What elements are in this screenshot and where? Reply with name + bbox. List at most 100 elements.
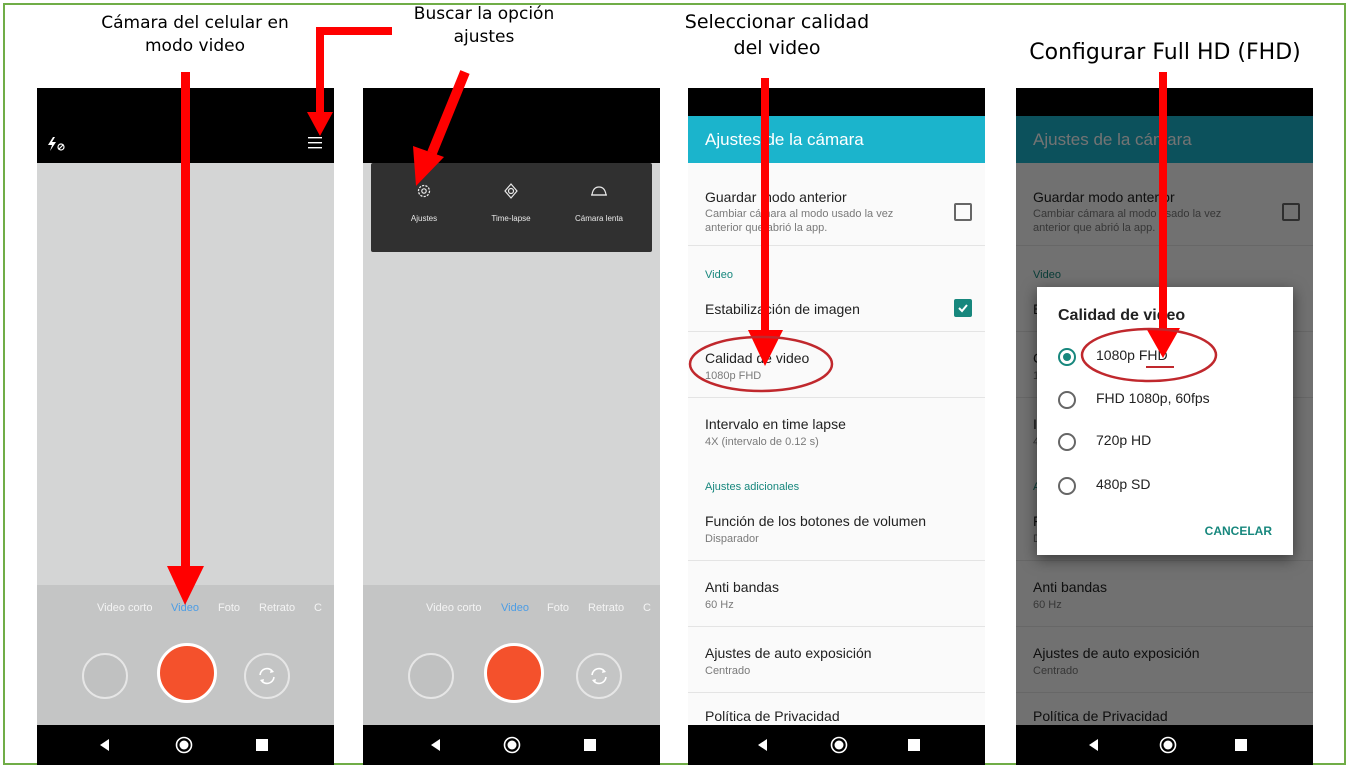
- nav-home-icon[interactable]: [175, 736, 193, 754]
- mode-selector: Video corto Video Foto Retrato C: [363, 585, 660, 641]
- caption-line: Configurar Full HD (FHD): [1029, 40, 1301, 65]
- status-bar: [363, 88, 660, 163]
- dialog-title: Calidad de video: [1058, 307, 1186, 324]
- popup-item-label: Cámara lenta: [574, 214, 624, 223]
- stabilization-checkbox[interactable]: [954, 299, 972, 317]
- camera-switch-icon: [259, 667, 275, 685]
- radio-fhd-60fps[interactable]: [1058, 391, 1076, 409]
- mode-foto[interactable]: Foto: [547, 602, 569, 614]
- mode-video[interactable]: Video: [171, 602, 199, 614]
- setting-video-quality[interactable]: Calidad de video 1080p FHD: [688, 332, 985, 398]
- slow-motion-icon: [591, 186, 607, 196]
- setting-title: Anti bandas: [705, 579, 779, 595]
- setting-title: Calidad de video: [705, 350, 810, 366]
- keep-mode-checkbox[interactable]: [954, 203, 972, 221]
- nav-recent-icon[interactable]: [1235, 739, 1247, 751]
- camera-switch-icon: [591, 667, 607, 685]
- caption-line: Seleccionar calidad: [684, 11, 870, 33]
- caption-line: ajustes: [453, 26, 515, 47]
- setting-title: Intervalo en time lapse: [705, 416, 846, 432]
- setting-value: 60 Hz: [705, 599, 734, 611]
- camera-switch-button[interactable]: [576, 653, 622, 699]
- setting-auto-exposure[interactable]: Ajustes de auto exposición Centrado: [688, 627, 985, 693]
- system-nav-bar: [363, 725, 660, 765]
- setting-value: 1080p FHD: [705, 370, 762, 382]
- menu-icon[interactable]: [308, 137, 322, 149]
- nav-recent-icon[interactable]: [908, 739, 920, 751]
- setting-privacy-policy[interactable]: Política de Privacidad: [688, 693, 985, 725]
- phone-camera-settings: Ajustes de la cámara Guardar modo anteri…: [688, 88, 985, 765]
- setting-title: Ajustes de auto exposición: [705, 645, 872, 661]
- nav-home-icon[interactable]: [503, 736, 521, 754]
- mode-more[interactable]: C: [314, 602, 322, 614]
- gallery-thumbnail[interactable]: [82, 653, 128, 699]
- record-button[interactable]: [157, 643, 217, 703]
- option-fhd-60fps[interactable]: FHD 1080p, 60fps: [1096, 390, 1210, 406]
- setting-stabilization[interactable]: Estabilización de imagen: [688, 287, 985, 332]
- option-1080p-fhd[interactable]: 1080p FHD: [1096, 347, 1168, 363]
- setting-anti-banding[interactable]: Anti bandas 60 Hz: [688, 561, 985, 627]
- mode-more[interactable]: C: [643, 602, 651, 614]
- shutter-area: [363, 641, 660, 725]
- setting-volume-buttons[interactable]: Función de los botones de volumen Dispar…: [688, 496, 985, 561]
- caption-find-settings: Buscar la opción ajustes: [386, 3, 582, 49]
- radio-1080p-fhd[interactable]: [1058, 348, 1076, 366]
- record-button[interactable]: [484, 643, 544, 703]
- phone-camera-video: Video corto Video Foto Retrato C: [37, 88, 334, 765]
- radio-720p-hd[interactable]: [1058, 433, 1076, 451]
- phone-options-popup: Ajustes Time-lapse Cámara lenta Video co…: [363, 88, 660, 765]
- gear-icon: [417, 184, 431, 198]
- video-quality-dialog: Calidad de video 1080p FHD FHD 1080p, 60…: [1037, 287, 1293, 555]
- check-icon: [958, 304, 968, 313]
- radio-480p-sd[interactable]: [1058, 477, 1076, 495]
- flash-off-icon[interactable]: [46, 136, 66, 152]
- camera-switch-button[interactable]: [244, 653, 290, 699]
- popup-item-camara-lenta[interactable]: Cámara lenta: [554, 183, 644, 223]
- nav-back-icon[interactable]: [1087, 738, 1101, 752]
- mode-video-corto[interactable]: Video corto: [97, 602, 152, 614]
- caption-line: Buscar la opción: [413, 4, 555, 24]
- cancel-button[interactable]: CANCELAR: [1205, 524, 1272, 538]
- system-nav-bar: [37, 725, 334, 765]
- popup-item-time-lapse[interactable]: Time-lapse: [466, 183, 556, 223]
- shutter-area: [37, 641, 334, 725]
- section-header-extra: Ajustes adicionales: [705, 481, 800, 493]
- status-bar: [688, 88, 985, 116]
- gallery-thumbnail[interactable]: [408, 653, 454, 699]
- status-bar: [37, 88, 334, 163]
- settings-app-bar: Ajustes de la cámara: [688, 116, 985, 163]
- caption-configure-fhd: Configurar Full HD (FHD): [1010, 38, 1320, 68]
- setting-subtitle: anterior que abrió la app.: [705, 222, 828, 234]
- settings-list: Guardar modo anterior Cambiar cámara al …: [688, 163, 985, 725]
- nav-recent-icon[interactable]: [256, 739, 268, 751]
- setting-keep-mode[interactable]: Guardar modo anterior Cambiar cámara al …: [688, 163, 985, 246]
- time-lapse-icon: [504, 183, 518, 199]
- nav-recent-icon[interactable]: [584, 739, 596, 751]
- nav-back-icon[interactable]: [756, 738, 770, 752]
- system-nav-bar: [1016, 725, 1313, 765]
- options-popup: Ajustes Time-lapse Cámara lenta: [371, 163, 652, 252]
- setting-value: 4X (intervalo de 0.12 s): [705, 436, 819, 448]
- popup-item-label: Time-lapse: [491, 214, 531, 223]
- setting-title: Política de Privacidad: [705, 708, 840, 724]
- nav-back-icon[interactable]: [98, 738, 112, 752]
- mode-video-corto[interactable]: Video corto: [426, 602, 481, 614]
- mode-foto[interactable]: Foto: [218, 602, 240, 614]
- section-header-video: Video: [705, 269, 733, 281]
- popup-item-ajustes[interactable]: Ajustes: [379, 183, 469, 223]
- setting-time-lapse-interval[interactable]: Intervalo en time lapse 4X (intervalo de…: [688, 398, 985, 463]
- nav-back-icon[interactable]: [429, 738, 443, 752]
- option-480p-sd[interactable]: 480p SD: [1096, 476, 1150, 492]
- setting-value: Disparador: [705, 533, 759, 545]
- caption-select-quality: Seleccionar calidad del video: [664, 10, 890, 61]
- option-720p-hd[interactable]: 720p HD: [1096, 432, 1151, 448]
- nav-home-icon[interactable]: [830, 736, 848, 754]
- setting-title: Guardar modo anterior: [705, 189, 847, 205]
- nav-home-icon[interactable]: [1159, 736, 1177, 754]
- phone-quality-dialog: Ajustes de la cámara Guardar modo anteri…: [1016, 88, 1313, 765]
- mode-video[interactable]: Video: [501, 602, 529, 614]
- caption-line: Cámara del celular en: [101, 13, 289, 33]
- mode-retrato[interactable]: Retrato: [259, 602, 295, 614]
- viewfinder[interactable]: [37, 163, 334, 585]
- mode-retrato[interactable]: Retrato: [588, 602, 624, 614]
